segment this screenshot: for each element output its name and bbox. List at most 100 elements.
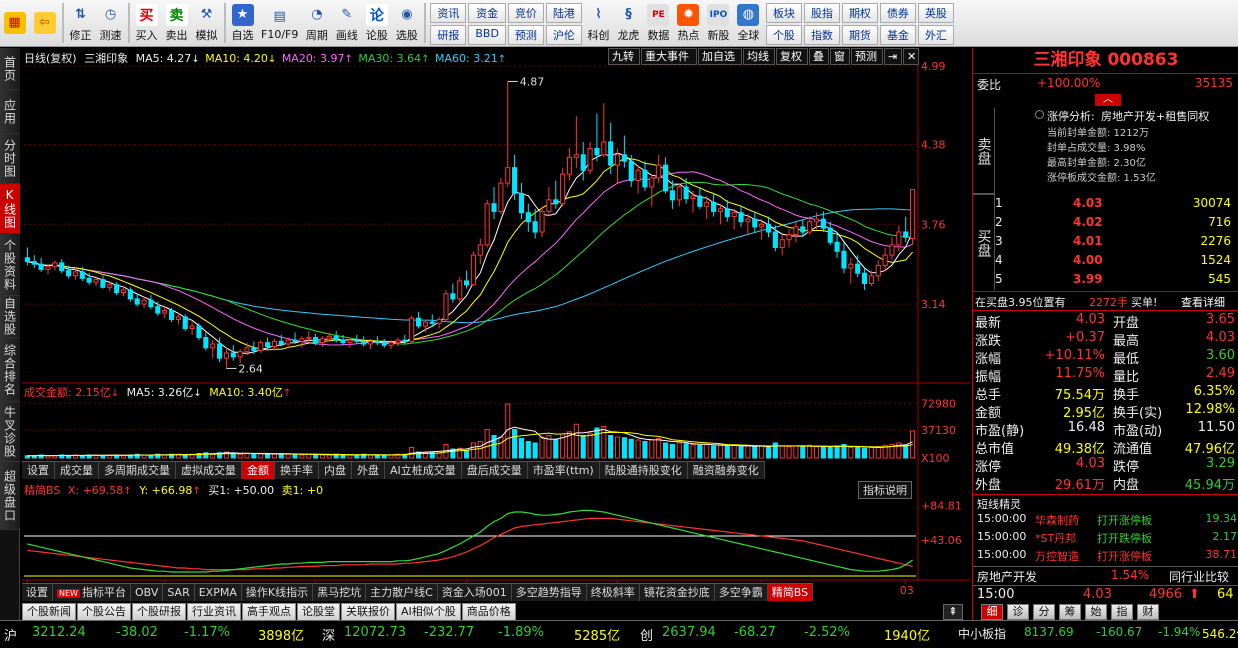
sector-compare-link[interactable]: 同行业比较 [1169,568,1229,585]
chart-ctrl-button-7[interactable]: 预测 [851,48,883,65]
indicator-explain-button[interactable]: 指标说明 [858,481,912,499]
quote-bottom-tab-5[interactable]: 指 [1111,604,1133,620]
volume-subtab-3[interactable]: 虚拟成交量 [176,462,242,479]
toolbar-link-0-0[interactable]: 资讯 [430,3,467,23]
candle[interactable] [134,293,140,307]
candle[interactable] [347,337,353,348]
candle[interactable] [464,270,470,289]
volume-subtab-4[interactable]: 金额 [242,462,275,479]
candle[interactable] [409,315,415,343]
toolbar-clock-button[interactable]: ◷ 测速 [96,0,126,46]
toolbar-pe-button[interactable]: PE 数据 [644,0,674,46]
quote-bottom-tab-4[interactable]: 始 [1085,604,1107,620]
toolbar-f10-button[interactable]: ▤ F10/F9 [258,0,302,46]
info-tab-2[interactable]: 个股研报 [132,603,186,621]
candle[interactable] [333,331,339,343]
candle[interactable] [189,322,195,335]
candle[interactable] [903,216,909,243]
candle[interactable] [848,257,854,284]
toolbar-ipo-button[interactable]: IPO 新股 [704,0,734,46]
detail-link[interactable]: 查看详细 [1181,294,1225,310]
info-tab-1[interactable]: 个股公告 [77,603,131,621]
toolbar-period-button[interactable]: ◔ 周期 [302,0,332,46]
candle[interactable] [910,189,916,245]
candle[interactable] [436,316,442,329]
indicator-subtab-5[interactable]: 操作K线指示 [242,584,314,601]
candle[interactable] [738,206,744,227]
volume-subtab-0[interactable]: 设置 [22,462,55,479]
quote-bottom-tab-6[interactable]: 财 [1137,604,1159,620]
candle[interactable] [566,148,573,181]
info-tab-3[interactable]: 行业资讯 [187,603,241,621]
toolbar-link-2-1[interactable]: 预测 [507,25,544,45]
candle[interactable] [203,332,209,351]
candle[interactable] [882,247,888,271]
toolbar-star-button[interactable]: ★ 自选 [228,0,258,46]
candle[interactable] [553,180,559,209]
indicator-subtab-11[interactable]: 镜花资金抄底 [640,584,715,601]
volume-subtab-7[interactable]: 外盘 [352,462,385,479]
chart-ctrl-button-1[interactable]: 重大事件 [641,48,697,65]
candle[interactable] [807,216,813,235]
volume-subtab-11[interactable]: 陆股通持股变化 [600,462,688,479]
left-tab-1[interactable]: 应用 [0,90,20,134]
toolbar-link-1-1[interactable]: BBD [468,25,506,45]
candle[interactable] [656,154,662,184]
candle[interactable] [786,229,792,248]
toolbar-gauge-button[interactable]: ◉ 选股 [392,0,422,46]
indicator-subtab-0[interactable]: 设置 [22,584,53,601]
indicator-subtab-13[interactable]: 精简BS [767,584,814,601]
quote-bottom-tab-0[interactable]: 细 [981,604,1003,620]
candle[interactable] [196,323,202,341]
toolbar-globe-button[interactable]: ◍ 全球 [734,0,764,46]
left-tab-4[interactable]: 个股资料 [0,234,20,296]
candle[interactable] [457,277,463,302]
left-tab-7[interactable]: 牛叉诊股 [0,402,20,462]
toolbar-hammer-button[interactable]: ⚒ 模拟 [192,0,222,46]
candle[interactable] [621,135,627,168]
candle[interactable] [683,177,689,204]
candle[interactable] [148,295,154,310]
indicator-subtab-8[interactable]: 资金入场001 [438,584,512,601]
left-tab-6[interactable]: 综合排名 [0,338,20,402]
candle[interactable] [697,186,703,209]
candle[interactable] [896,225,902,252]
candle[interactable] [31,255,37,269]
volume-subtab-6[interactable]: 内盘 [319,462,352,479]
toolbar-link-2-0[interactable]: 期权 [841,3,878,23]
quote-bottom-tab-3[interactable]: 筹 [1059,604,1081,620]
toolbar-link-4-1[interactable]: 外汇 [917,25,954,45]
candle[interactable] [875,260,881,281]
candle[interactable] [594,113,600,162]
toolbar-link-3-0[interactable]: 债券 [879,3,916,23]
candle[interactable] [24,247,30,266]
toolbar-link-0-1[interactable]: 研报 [430,25,467,45]
candle[interactable] [38,257,44,272]
candle[interactable] [724,199,730,222]
indicator-subtab-7[interactable]: 主力散户线C [366,584,438,601]
volume-subtab-12[interactable]: 融资融券变化 [688,462,765,479]
candle[interactable] [491,186,497,220]
candle[interactable] [539,206,545,238]
indicator-subtab-2[interactable]: OBV [131,584,164,601]
candle[interactable] [861,268,868,290]
collapse-up-icon[interactable]: ︿ [1095,94,1121,106]
toolbar-link-0-1[interactable]: 个股 [765,25,802,45]
volume-subtab-1[interactable]: 成交量 [55,462,99,479]
candle[interactable] [470,251,476,287]
info-tab-6[interactable]: 关联报价 [341,603,395,621]
toolbar-pencil-button[interactable]: ✎ 画线 [332,0,362,46]
candle[interactable] [518,183,525,220]
candle[interactable] [415,311,422,329]
candle[interactable] [573,116,579,168]
indicator-subtab-10[interactable]: 终极斜率 [587,584,640,601]
toolbar-link-2-1[interactable]: 期货 [841,25,878,45]
limit-concept-link[interactable]: 房地产开发+租售同权 [1101,108,1209,124]
expand-icon[interactable]: ⇥ [884,48,902,65]
left-tab-2[interactable]: 分时图 [0,134,20,184]
candle[interactable] [477,238,483,265]
volume-subtab-2[interactable]: 多周期成交量 [99,462,176,479]
chart-ctrl-button-3[interactable]: 均线 [743,48,775,65]
chart-ctrl-button-6[interactable]: 窗 [830,48,850,65]
candle[interactable] [498,177,504,214]
